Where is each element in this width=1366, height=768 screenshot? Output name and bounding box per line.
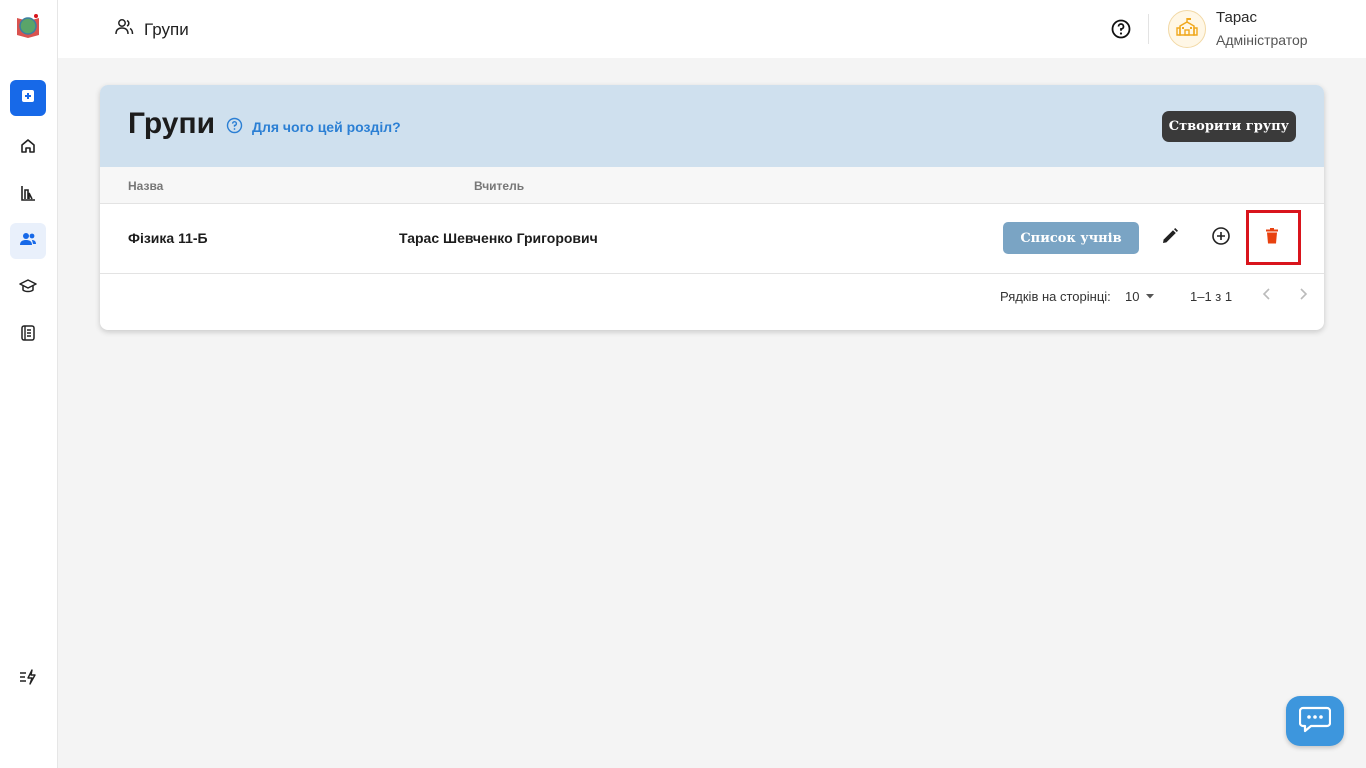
question-circle-icon [226, 117, 243, 137]
sidebar-add-button[interactable] [10, 80, 46, 116]
sidebar [0, 0, 58, 768]
next-page-button[interactable] [1293, 286, 1313, 306]
user-name: Тарас [1216, 9, 1258, 26]
card-header: Групи Для чого цей розділ? Створити груп… [100, 85, 1324, 167]
page-range: 1–1 з 1 [1190, 289, 1233, 304]
pencil-icon [1160, 226, 1180, 251]
why-section-link-text: Для чого цей розділ? [252, 119, 401, 135]
groups-outline-icon [114, 17, 134, 42]
groups-icon [19, 230, 37, 253]
changelog-icon [19, 668, 37, 691]
sidebar-item-courses[interactable] [10, 270, 46, 306]
journal-icon [19, 324, 37, 347]
edit-group-button[interactable] [1158, 226, 1182, 250]
rows-per-page-value: 10 [1125, 289, 1140, 304]
sidebar-item-groups[interactable] [10, 223, 46, 259]
rows-per-page-select[interactable]: 10 [1125, 289, 1155, 304]
table-row: Фізика 11-Б Тарас Шевченко Григорович Сп… [100, 204, 1324, 274]
sidebar-item-statistics[interactable] [10, 177, 46, 213]
card-title: Групи [128, 107, 216, 140]
create-group-button[interactable]: Створити групу [1161, 111, 1296, 142]
group-name: Фізика 11-Б [128, 230, 208, 246]
plus-square-icon [19, 87, 37, 110]
why-section-link[interactable]: Для чого цей розділ? [226, 117, 401, 137]
avatar[interactable] [1168, 10, 1206, 48]
trash-icon [1262, 226, 1282, 251]
chat-bubble-icon [1298, 705, 1332, 738]
group-teacher: Тарас Шевченко Григорович [399, 230, 598, 246]
plus-circle-icon [1211, 226, 1231, 251]
chevron-right-icon [1296, 287, 1310, 306]
sidebar-item-updates[interactable] [10, 661, 46, 697]
app-logo[interactable] [14, 12, 42, 40]
chevron-left-icon [1260, 287, 1274, 306]
page-title-text: Групи [144, 19, 189, 39]
sidebar-item-home[interactable] [10, 130, 46, 166]
school-icon [1176, 16, 1198, 43]
groups-card: Групи Для чого цей розділ? Створити груп… [100, 85, 1324, 330]
column-header-name: Назва [128, 179, 164, 193]
graduation-cap-icon [19, 277, 37, 300]
support-chat-button[interactable] [1286, 696, 1344, 746]
column-header-teacher: Вчитель [474, 179, 525, 193]
stats-icon [19, 184, 37, 207]
header-divider [1148, 14, 1149, 44]
user-role: Адміністратор [1216, 32, 1308, 48]
top-header: Групи Тарас Адміністратор [58, 0, 1366, 58]
pagination: Рядків на сторінці: 10 1–1 з 1 [100, 275, 1324, 330]
page-title: Групи [114, 17, 189, 42]
add-student-button[interactable] [1209, 226, 1233, 250]
students-list-button[interactable]: Список учнів [1003, 222, 1139, 254]
caret-down-icon [1145, 289, 1155, 304]
help-icon[interactable] [1110, 18, 1132, 40]
sidebar-item-journal[interactable] [10, 317, 46, 353]
delete-group-button[interactable] [1260, 226, 1284, 250]
rows-per-page-label: Рядків на сторінці: [1000, 289, 1111, 304]
previous-page-button[interactable] [1257, 286, 1277, 306]
table-header: Назва Вчитель [100, 167, 1324, 204]
home-icon [19, 137, 37, 160]
